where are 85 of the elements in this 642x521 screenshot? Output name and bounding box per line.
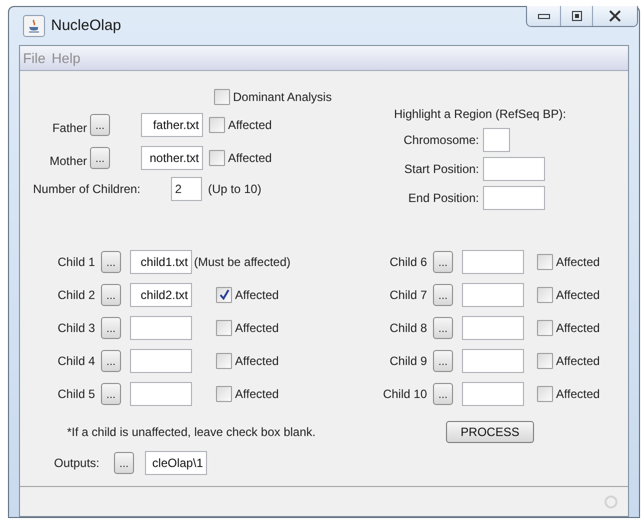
checkbox[interactable] [537,386,553,402]
child-label: Child 7 [388,286,427,304]
close-icon [608,10,622,22]
parent-label: Mother [48,152,87,170]
file-field[interactable]: child2.txt [130,282,192,306]
affected-label: Affected [556,352,600,370]
affected-label: Affected [556,286,600,304]
outputs-label: Outputs: [54,455,100,472]
checkbox[interactable] [216,320,232,336]
children-count-label: Number of Children: [33,181,142,198]
browse-button[interactable]: ... [101,382,121,404]
browse-button[interactable]: ... [90,146,110,168]
region-label: Chromosome: [402,132,479,148]
child-label: Child 2 [56,286,95,304]
checkbox[interactable] [537,286,553,302]
affected-label: Affected [556,320,600,336]
child-label: Child 5 [56,386,95,402]
file-field[interactable] [130,348,192,372]
browse-button[interactable]: ... [101,350,121,372]
note-text: (Must be affected) [194,254,290,270]
parent-label: Father [51,120,87,136]
file-field[interactable]: nother.txt [141,146,203,170]
browse-button[interactable]: ... [433,382,453,404]
affected-label: Affected [235,352,279,370]
affected-label: Affected [235,386,279,402]
checkbox[interactable] [209,116,225,132]
region-label: End Position: [407,190,479,206]
browse-button[interactable]: ... [433,316,453,338]
file-field[interactable] [462,316,524,340]
browse-button[interactable]: ... [114,452,134,474]
region-title: Highlight a Region (RefSeq BP): [394,106,566,123]
browse-button[interactable]: ... [101,250,121,272]
app-icon [23,15,45,37]
checkbox[interactable] [209,150,225,166]
children-count-hint: (Up to 10) [208,181,262,198]
child-label: Child 3 [56,320,95,336]
affected-label: Affected [235,286,279,304]
child-label: Child 8 [388,320,427,336]
browse-button[interactable]: ... [101,284,121,306]
browse-button[interactable]: ... [433,250,453,272]
checkbox[interactable] [216,386,232,402]
maximize-icon [572,11,582,21]
checkbox[interactable] [537,320,553,336]
checkbox[interactable] [537,352,553,368]
process-button[interactable]: PROCESS [446,421,534,443]
checkbox[interactable] [216,286,232,302]
file-field[interactable] [462,250,524,274]
child-label: Child 6 [388,254,427,270]
window-title: NucleOlap [51,16,122,36]
region-field[interactable] [483,186,545,210]
file-field[interactable] [462,382,524,406]
status-indicator-icon [604,494,618,508]
footnote-text: *If a child is unaffected, leave check box blank. [67,424,317,441]
affected-label: Affected [556,386,600,402]
file-field[interactable]: father.txt [141,112,203,136]
file-field[interactable]: cleOlap\1 [145,451,207,475]
browse-button[interactable]: ... [433,350,453,372]
checkbox[interactable] [537,254,553,270]
minimize-button[interactable] [527,6,561,26]
browse-button[interactable]: ... [90,114,110,136]
child-label: Child 1 [56,254,95,270]
child-label: Child 9 [388,352,427,370]
checkbox[interactable] [216,352,232,368]
file-field[interactable]: child1.txt [130,250,192,274]
child-label: Child 10 [382,386,427,402]
minimize-icon [538,13,550,19]
browse-button[interactable]: ... [433,284,453,306]
child-label: Child 4 [56,352,95,370]
file-field[interactable] [130,382,192,406]
region-field[interactable] [483,128,510,152]
affected-label: Affected [228,116,272,134]
checkbox[interactable] [214,88,230,104]
region-label: Start Position: [403,160,479,178]
children-count-field[interactable]: 2 [171,177,202,201]
file-field[interactable] [462,348,524,372]
affected-label: Affected [556,254,600,270]
affected-label: Affected [228,150,272,166]
file-field[interactable] [462,282,524,306]
close-button[interactable] [593,6,637,26]
browse-button[interactable]: ... [101,316,121,338]
maximize-button[interactable] [561,6,593,26]
affected-label: Affected [235,320,279,336]
file-field[interactable] [130,316,192,340]
affected-label: Dominant Analysis [233,88,332,106]
region-field[interactable] [483,156,545,180]
